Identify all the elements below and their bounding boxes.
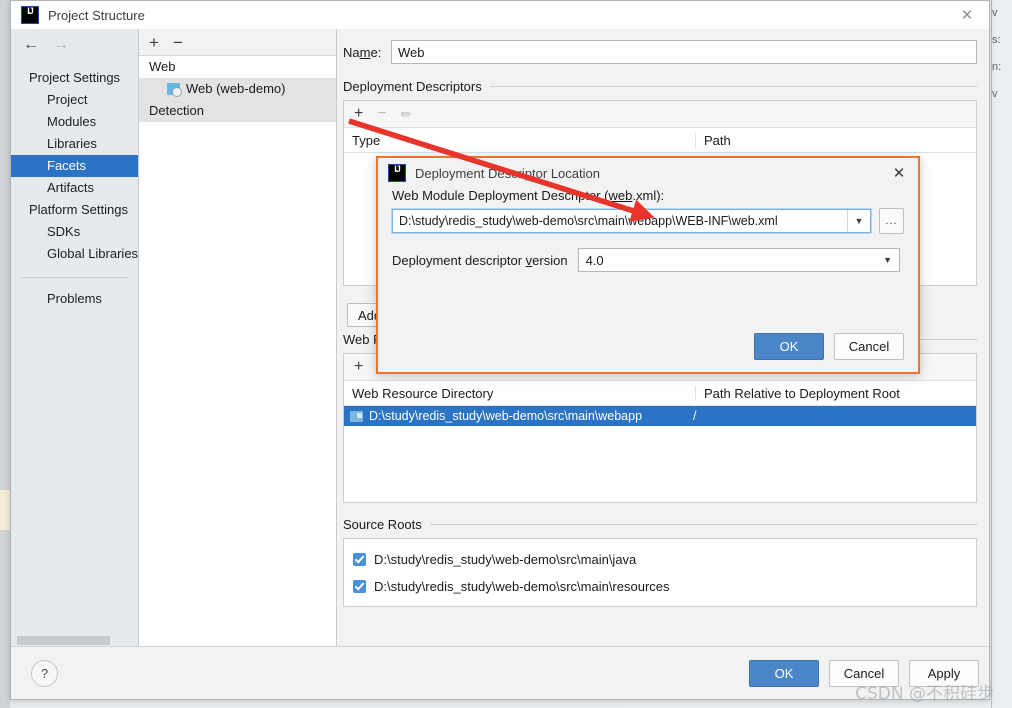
background-highlight-strip xyxy=(0,490,10,530)
background-fragment: v xyxy=(992,7,998,19)
deployment-descriptors-header: Type Path xyxy=(344,128,976,153)
name-label: Name: xyxy=(343,44,382,60)
minus-icon[interactable]: − xyxy=(173,34,183,51)
question-icon[interactable]: ? xyxy=(31,659,58,687)
deployment-descriptors-title: Deployment Descriptors xyxy=(343,79,977,94)
descriptor-version-label: Deployment descriptor version xyxy=(392,252,568,268)
navigation-arrows: ← → xyxy=(11,29,138,61)
sidebar-item-modules[interactable]: Modules xyxy=(11,111,138,133)
window-titlebar: Project Structure ✕ xyxy=(11,1,989,30)
sidebar-item-artifacts[interactable]: Artifacts xyxy=(11,177,138,199)
sidebar-item-problems[interactable]: Problems xyxy=(11,288,138,310)
column-header-path: Path xyxy=(704,132,731,148)
background-fragment: s: xyxy=(992,34,1001,46)
title-separator-line xyxy=(489,86,977,87)
plus-icon[interactable]: + xyxy=(149,34,159,51)
background-fragment: v xyxy=(992,88,998,100)
screenshot-root: v s: n: v Project Structure ✕ ← → Projec… xyxy=(0,0,1012,708)
sidebar-header-project-settings: Project Settings xyxy=(29,70,121,85)
dialog-actions: OK Cancel xyxy=(754,333,904,360)
ok-button[interactable]: OK xyxy=(749,659,819,687)
name-row: Name: xyxy=(343,39,977,65)
intellij-idea-logo-icon xyxy=(388,164,406,182)
window-footer: ? OK Cancel Apply xyxy=(11,646,989,699)
web-resource-directories-header: Web Resource Directory Path Relative to … xyxy=(344,381,976,406)
deployment-descriptors-toolbar: + − ✎ xyxy=(344,101,976,128)
facets-tree-toolbar: + − xyxy=(139,29,336,56)
source-roots-title: Source Roots xyxy=(343,517,977,532)
web-resource-directories-body: D:\study\redis_study\web-demo\src\main\w… xyxy=(344,406,976,426)
source-roots-panel: D:\study\redis_study\web-demo\src\main\j… xyxy=(343,538,977,607)
intellij-idea-logo-icon xyxy=(21,6,39,24)
sidebar-divider xyxy=(21,277,128,278)
tree-group-detection[interactable]: Detection xyxy=(139,100,336,122)
dialog-titlebar: Deployment Descriptor Location ✕ xyxy=(378,158,918,188)
sidebar-item-sdks[interactable]: SDKs xyxy=(11,221,138,243)
checkbox-checked-icon[interactable] xyxy=(353,580,366,593)
dialog-body: Web Module Deployment Descriptor (web.xm… xyxy=(378,188,918,272)
sidebar-item-libraries[interactable]: Libraries xyxy=(11,133,138,155)
descriptor-path-combobox[interactable]: D:\study\redis_study\web-demo\src\main\w… xyxy=(392,209,871,233)
forward-arrow-icon[interactable]: → xyxy=(53,37,69,53)
cell-directory: D:\study\redis_study\web-demo\src\main\w… xyxy=(344,409,687,423)
name-input[interactable] xyxy=(391,40,977,64)
web-resource-directories-panel: + − ✎ ? Web Resource Directory Path Rela… xyxy=(343,353,977,503)
dialog-ok-button[interactable]: OK xyxy=(754,333,824,360)
sidebar-header-platform-settings: Platform Settings xyxy=(29,202,128,217)
table-row[interactable]: D:\study\redis_study\web-demo\src\main\w… xyxy=(344,406,976,426)
csdn-watermark: CSDN @不积硅步 xyxy=(855,684,994,704)
browse-button[interactable]: ... xyxy=(879,208,904,234)
descriptor-path-label: Web Module Deployment Descriptor (web.xm… xyxy=(392,188,665,203)
descriptor-version-value: 4.0 xyxy=(585,252,604,268)
tree-node-web-demo[interactable]: Web (web-demo) xyxy=(139,78,336,100)
pencil-icon[interactable]: ✎ xyxy=(397,105,415,123)
window-title: Project Structure xyxy=(48,7,145,23)
column-header-relative-path: Path Relative to Deployment Root xyxy=(704,385,900,401)
background-left-strip xyxy=(0,0,10,708)
tree-node-label: Web (web-demo) xyxy=(186,81,286,96)
sidebar-item-project[interactable]: Project xyxy=(11,89,138,111)
source-root-path: D:\study\redis_study\web-demo\src\main\j… xyxy=(374,552,637,567)
dialog-cancel-button[interactable]: Cancel xyxy=(834,333,904,360)
background-right-text: v s: n: v xyxy=(990,0,1012,130)
descriptor-version-combobox[interactable]: 4.0 ▼ xyxy=(577,248,900,272)
sidebar-item-facets[interactable]: Facets xyxy=(11,155,138,177)
plus-icon[interactable]: + xyxy=(354,359,363,375)
settings-sidebar: ← → Project Settings Project Modules Lib… xyxy=(11,29,139,647)
directory-path: D:\study\redis_study\web-demo\src\main\w… xyxy=(369,409,643,423)
checkbox-checked-icon[interactable] xyxy=(353,553,366,566)
list-item[interactable]: D:\study\redis_study\web-demo\src\main\r… xyxy=(344,573,976,600)
close-icon[interactable]: ✕ xyxy=(945,1,989,28)
facets-tree-panel: + − Web Web (web-demo) Detection xyxy=(139,29,337,647)
chevron-down-icon[interactable]: ▼ xyxy=(847,210,870,232)
sidebar-list: Project Settings Project Modules Librari… xyxy=(11,61,138,310)
folder-icon xyxy=(350,410,363,422)
descriptor-path-row: D:\study\redis_study\web-demo\src\main\w… xyxy=(392,208,904,234)
deployment-descriptor-location-dialog: Deployment Descriptor Location ✕ Web Mod… xyxy=(376,156,920,374)
descriptor-path-value: D:\study\redis_study\web-demo\src\main\w… xyxy=(399,214,778,228)
close-icon[interactable]: ✕ xyxy=(888,162,910,184)
source-root-path: D:\study\redis_study\web-demo\src\main\r… xyxy=(374,579,670,594)
web-facet-icon xyxy=(167,83,182,97)
back-arrow-icon[interactable]: ← xyxy=(23,37,39,53)
sidebar-item-global-libraries[interactable]: Global Libraries xyxy=(11,243,138,265)
cell-relative-path: / xyxy=(693,409,697,423)
sidebar-horizontal-scrollbar[interactable] xyxy=(17,636,129,645)
dialog-title: Deployment Descriptor Location xyxy=(415,165,600,181)
background-fragment: n: xyxy=(992,61,1002,73)
tree-group-web[interactable]: Web xyxy=(139,56,336,78)
column-header-web-resource-directory: Web Resource Directory xyxy=(344,385,696,401)
descriptor-version-row: Deployment descriptor version 4.0 ▼ xyxy=(392,248,904,272)
plus-icon[interactable]: + xyxy=(354,106,363,122)
title-separator-line xyxy=(429,524,977,525)
chevron-down-icon[interactable]: ▼ xyxy=(877,255,899,265)
column-header-type: Type xyxy=(344,132,696,148)
list-item[interactable]: D:\study\redis_study\web-demo\src\main\j… xyxy=(344,546,976,573)
minus-icon[interactable]: − xyxy=(377,106,386,122)
